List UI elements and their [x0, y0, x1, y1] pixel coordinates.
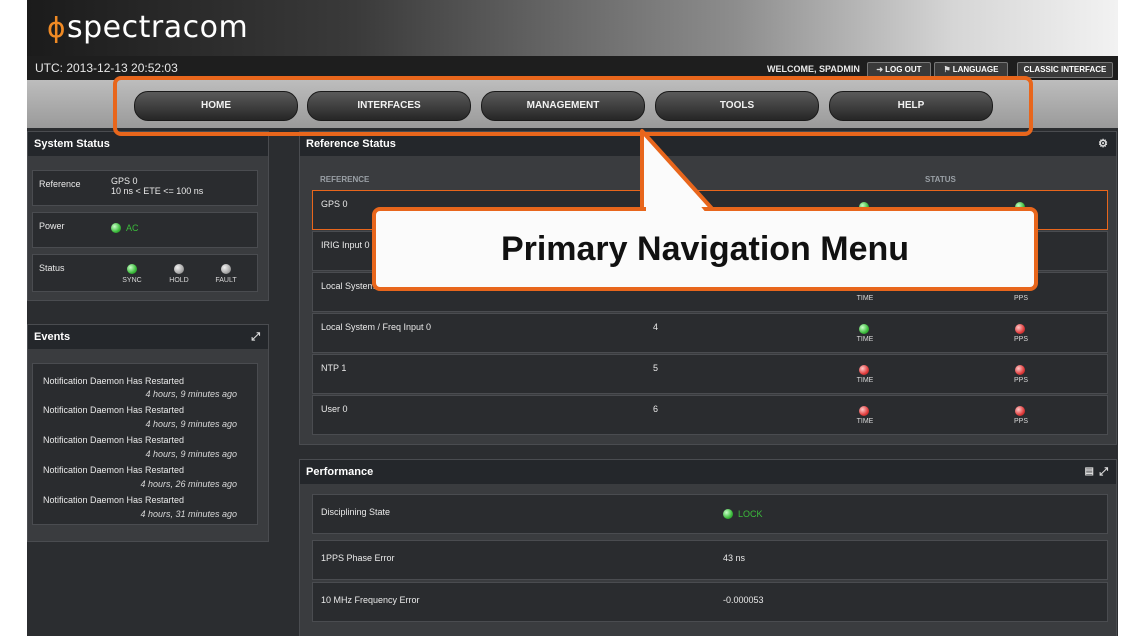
web-ui: ɸspectracom UTC: 2013-12-13 20:52:03 WEL… — [27, 0, 1118, 636]
pps-label: PPS — [1013, 295, 1028, 302]
ref-row-user0[interactable]: User 0 6 TIME PPS — [312, 395, 1108, 435]
event-time: 4 hours, 26 minutes ago — [140, 479, 237, 489]
sync-indicator-icon — [127, 264, 137, 274]
col-status: STATUS — [925, 175, 956, 184]
reference-value: GPS 0 — [111, 176, 138, 186]
power-indicator-icon — [111, 223, 121, 233]
classic-interface-label: CLASSIC INTERFACE — [1023, 65, 1107, 74]
time-label: TIME — [856, 418, 874, 425]
performance-panel: Performance ▤ ⤢ Disciplining State LOCK 1P… — [299, 459, 1117, 636]
language-label: LANGUAGE — [952, 65, 999, 74]
perf-value: LOCK — [738, 509, 763, 519]
expand-icon[interactable]: ⤢ — [251, 325, 260, 349]
reference-label: Reference — [39, 179, 81, 189]
ref-name: Local System / Freq Input 0 — [321, 322, 432, 332]
ref-row-local-freq[interactable]: Local System / Freq Input 0 4 TIME PPS — [312, 313, 1108, 353]
power-label: Power — [39, 221, 65, 231]
brand-name: spectracom — [66, 10, 249, 45]
status-label: Status — [39, 263, 65, 273]
callout-label: Primary Navigation Menu — [372, 207, 1038, 291]
hold-indicator-icon — [174, 264, 184, 274]
perf-value: -0.000053 — [723, 595, 764, 605]
event-time: 4 hours, 31 minutes ago — [140, 509, 237, 519]
brand-phi-icon: ɸ — [47, 11, 66, 44]
ref-priority: 4 — [653, 322, 659, 332]
performance-title: Performance ▤ ⤢ — [300, 460, 1116, 484]
events-title-text: Events — [34, 331, 71, 343]
time-label: TIME — [856, 336, 874, 343]
event-title: Notification Daemon Has Restarted — [43, 495, 185, 505]
hold-label: HOLD — [169, 277, 189, 284]
time-indicator-icon — [859, 324, 869, 334]
events-list: Notification Daemon Has Restarted 4 hour… — [32, 363, 258, 525]
pps-indicator-icon — [1015, 365, 1025, 375]
ref-name: User 0 — [321, 404, 348, 414]
time-label: TIME — [856, 295, 874, 302]
power-value: AC — [126, 223, 139, 233]
welcome-text: WELCOME, SPADMIN — [767, 64, 860, 74]
brand-logo[interactable]: ɸspectracom — [47, 10, 248, 45]
performance-title-text: Performance — [306, 466, 374, 478]
reference-detail: 10 ns < ETE <= 100 ns — [111, 186, 204, 196]
events-panel: Events ⤢ Notification Daemon Has Restarte… — [27, 324, 269, 542]
event-title: Notification Daemon Has Restarted — [43, 435, 185, 445]
pps-indicator-icon — [1015, 406, 1025, 416]
status-row: Status SYNC HOLD FAULT — [32, 254, 258, 292]
pps-indicator-icon — [1015, 324, 1025, 334]
perf-label: 1PPS Phase Error — [321, 553, 395, 563]
fault-label: FAULT — [215, 277, 237, 284]
fault-indicator-icon — [221, 264, 231, 274]
nav-highlight-outline — [113, 76, 1033, 136]
chart-icon[interactable]: ▤ — [1085, 460, 1094, 484]
perf-label: 10 MHz Frequency Error — [321, 595, 420, 605]
power-row: Power AC — [32, 212, 258, 248]
ref-name: Local System — [321, 281, 376, 291]
event-title: Notification Daemon Has Restarted — [43, 465, 185, 475]
ref-priority: 6 — [653, 404, 659, 414]
event-title: Notification Daemon Has Restarted — [43, 405, 185, 415]
perf-label: Disciplining State — [321, 507, 391, 517]
ref-name: IRIG Input 0 — [321, 240, 370, 250]
ref-row-ntp1[interactable]: NTP 1 5 TIME PPS — [312, 354, 1108, 394]
logo-bar: ɸspectracom — [27, 0, 1118, 56]
flag-icon: ⚑ — [943, 65, 951, 74]
perf-row-frequency: 10 MHz Frequency Error -0.000053 — [312, 582, 1108, 622]
classic-interface-button[interactable]: CLASSIC INTERFACE — [1017, 62, 1113, 78]
perf-row-disciplining: Disciplining State LOCK — [312, 494, 1108, 534]
utc-clock: UTC: 2013-12-13 20:52:03 — [35, 61, 178, 75]
pps-label: PPS — [1013, 418, 1028, 425]
system-status-panel: System Status Reference GPS 0 10 ns < ET… — [27, 131, 269, 301]
expand-icon[interactable]: ⤢ — [1099, 460, 1108, 484]
col-reference: REFERENCE — [320, 175, 370, 184]
event-title: Notification Daemon Has Restarted — [43, 376, 185, 386]
events-title: Events ⤢ — [28, 325, 268, 349]
reference-status-title-text: Reference Status — [306, 138, 396, 150]
pps-label: PPS — [1013, 336, 1028, 343]
event-time: 4 hours, 9 minutes ago — [145, 389, 237, 399]
time-indicator-icon — [859, 365, 869, 375]
event-time: 4 hours, 9 minutes ago — [145, 449, 237, 459]
logout-icon: ➜ — [876, 65, 884, 74]
ref-name: GPS 0 — [321, 199, 348, 209]
time-label: TIME — [856, 377, 874, 384]
logout-label: LOG OUT — [885, 65, 922, 74]
event-time: 4 hours, 9 minutes ago — [145, 419, 237, 429]
lock-indicator-icon — [723, 509, 733, 519]
ref-name: NTP 1 — [321, 363, 347, 373]
perf-value: 43 ns — [723, 553, 746, 563]
ref-priority: 5 — [653, 363, 659, 373]
gear-icon[interactable]: ⚙ — [1098, 132, 1108, 156]
sync-label: SYNC — [122, 277, 142, 284]
time-indicator-icon — [859, 406, 869, 416]
reference-row: Reference GPS 0 10 ns < ETE <= 100 ns — [32, 170, 258, 206]
perf-row-phase: 1PPS Phase Error 43 ns — [312, 540, 1108, 580]
pps-label: PPS — [1013, 377, 1028, 384]
